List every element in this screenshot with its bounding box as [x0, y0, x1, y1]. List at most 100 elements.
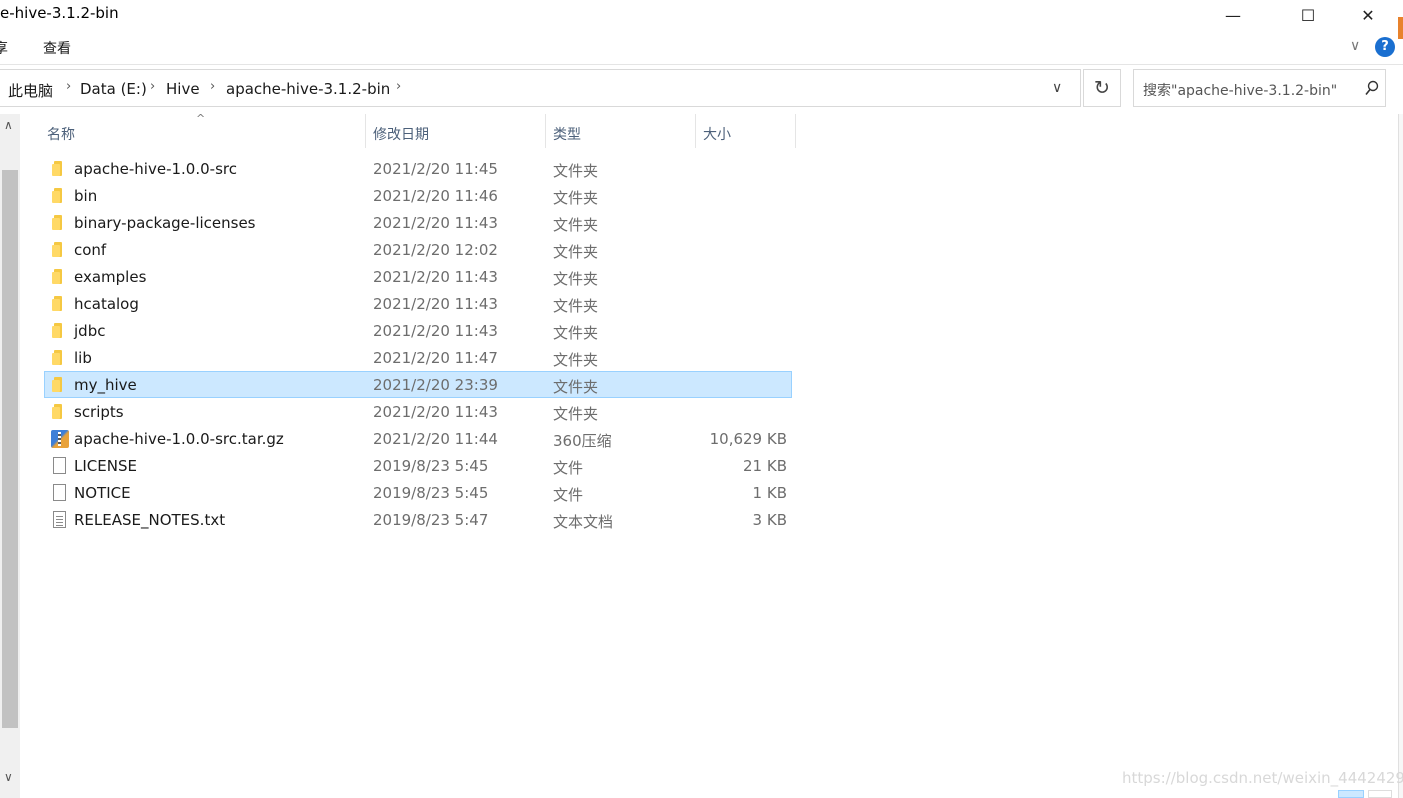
ribbon-collapse-icon[interactable]: ∨: [1350, 38, 1360, 54]
vertical-scrollbar[interactable]: ∧ ∨: [0, 114, 20, 798]
file-type: 文件: [553, 486, 584, 504]
file-name: RELEASE_NOTES.txt: [74, 511, 226, 529]
file-type: 文件夹: [553, 297, 599, 315]
file-type: 文本文档: [553, 513, 614, 531]
file-type: 文件夹: [553, 189, 599, 207]
file-row[interactable]: hcatalog 2021/2/20 11:43 文件夹: [44, 290, 792, 317]
address-history-dropdown-icon[interactable]: ∨: [1052, 80, 1062, 96]
column-divider[interactable]: [365, 114, 366, 148]
file-type: 文件夹: [553, 270, 599, 288]
file-row[interactable]: lib 2021/2/20 11:47 文件夹: [44, 344, 792, 371]
file-row[interactable]: my_hive 2021/2/20 23:39 文件夹: [44, 371, 792, 398]
file-row[interactable]: examples 2021/2/20 11:43 文件夹: [44, 263, 792, 290]
file-type: 文件夹: [553, 351, 599, 369]
file-row[interactable]: bin 2021/2/20 11:46 文件夹: [44, 182, 792, 209]
file-name: scripts: [74, 403, 124, 421]
file-row[interactable]: NOTICE 2019/8/23 5:45 文件 1 KB: [44, 479, 792, 506]
chevron-right-icon[interactable]: ›: [66, 79, 71, 94]
file-date: 2019/8/23 5:45: [373, 484, 489, 502]
file-date: 2021/2/20 11:43: [373, 403, 498, 421]
file-name: lib: [74, 349, 92, 367]
file-size: 10,629 KB: [709, 430, 787, 448]
file-name: jdbc: [74, 322, 106, 340]
file-name: binary-package-licenses: [74, 214, 256, 232]
divider: [0, 64, 1403, 65]
help-icon[interactable]: ?: [1375, 37, 1395, 57]
file-icon: [51, 484, 67, 501]
file-icon: [51, 457, 67, 474]
file-name: conf: [74, 241, 107, 259]
details-view-button[interactable]: [1338, 790, 1364, 798]
close-button[interactable]: ✕: [1345, 0, 1391, 30]
file-row[interactable]: scripts 2021/2/20 11:43 文件夹: [44, 398, 792, 425]
breadcrumb-data-drive[interactable]: Data (E:): [80, 80, 147, 98]
tab-share[interactable]: 享: [0, 38, 8, 58]
file-name: my_hive: [74, 376, 137, 394]
column-header-name[interactable]: 名称: [47, 120, 75, 148]
file-date: 2021/2/20 11:43: [373, 322, 498, 340]
breadcrumb-this-pc[interactable]: 此电脑: [8, 80, 53, 101]
file-row[interactable]: LICENSE 2019/8/23 5:45 文件 21 KB: [44, 452, 792, 479]
file-type: 文件夹: [553, 162, 599, 180]
file-row[interactable]: jdbc 2021/2/20 11:43 文件夹: [44, 317, 792, 344]
search-icon[interactable]: [1365, 80, 1379, 96]
large-icons-view-button[interactable]: [1368, 790, 1392, 798]
ribbon-tabs: 享 查看 ∨: [0, 32, 1403, 62]
column-header-date[interactable]: 修改日期: [373, 120, 429, 148]
folder-icon: [51, 376, 67, 392]
folder-icon: [51, 403, 67, 419]
file-name: hcatalog: [74, 295, 139, 313]
column-divider[interactable]: [545, 114, 546, 148]
file-size: 3 KB: [752, 511, 787, 529]
file-row[interactable]: RELEASE_NOTES.txt 2019/8/23 5:47 文本文档 3 KB: [44, 506, 792, 533]
folder-icon: [51, 160, 67, 176]
folder-icon: [51, 295, 67, 311]
file-date: 2021/2/20 11:44: [373, 430, 498, 448]
folder-icon: [51, 241, 67, 257]
file-row[interactable]: apache-hive-1.0.0-src 2021/2/20 11:45 文件夹: [44, 155, 792, 182]
tab-view[interactable]: 查看: [43, 38, 71, 58]
window-title: e-hive-3.1.2-bin: [0, 4, 119, 22]
file-name: bin: [74, 187, 98, 205]
refresh-button[interactable]: ↻: [1083, 69, 1121, 107]
search-input[interactable]: 搜索"apache-hive-3.1.2-bin": [1133, 69, 1386, 107]
watermark: https://blog.csdn.net/weixin_44424296: [1122, 769, 1403, 787]
folder-icon: [51, 187, 67, 203]
address-bar[interactable]: 此电脑 › Data (E:) › Hive › apache-hive-3.1…: [0, 69, 1081, 107]
breadcrumb-hive[interactable]: Hive: [166, 80, 200, 98]
file-row[interactable]: binary-package-licenses 2021/2/20 11:43 文件…: [44, 209, 792, 236]
file-row[interactable]: conf 2021/2/20 12:02 文件夹: [44, 236, 792, 263]
file-date: 2021/2/20 11:43: [373, 268, 498, 286]
file-size: 1 KB: [752, 484, 787, 502]
scroll-down-icon[interactable]: ∨: [4, 770, 13, 784]
breadcrumb-current-folder[interactable]: apache-hive-3.1.2-bin: [226, 80, 390, 98]
column-header-type[interactable]: 类型: [553, 120, 581, 148]
chevron-right-icon[interactable]: ›: [396, 79, 401, 94]
scroll-up-icon[interactable]: ∧: [4, 118, 13, 132]
file-list: apache-hive-1.0.0-src 2021/2/20 11:45 文件夹 b…: [44, 155, 792, 533]
column-header-size[interactable]: 大小: [703, 120, 731, 148]
archive-icon: [51, 430, 69, 448]
chevron-right-icon[interactable]: ›: [150, 79, 155, 94]
sort-ascending-icon: ^: [196, 112, 206, 125]
minimize-button[interactable]: —: [1210, 0, 1256, 30]
column-divider[interactable]: [695, 114, 696, 148]
column-divider[interactable]: [795, 114, 796, 148]
file-name: apache-hive-1.0.0-src.tar.gz: [74, 430, 284, 448]
search-placeholder: 搜索"apache-hive-3.1.2-bin": [1143, 83, 1338, 99]
maximize-button[interactable]: ☐: [1285, 0, 1331, 30]
file-row[interactable]: apache-hive-1.0.0-src.tar.gz 2021/2/20 11…: [44, 425, 792, 452]
file-date: 2019/8/23 5:45: [373, 457, 489, 475]
title-bar: e-hive-3.1.2-bin — ☐ ✕: [0, 0, 1403, 30]
file-name: NOTICE: [74, 484, 131, 502]
file-date: 2021/2/20 23:39: [373, 376, 498, 394]
file-type: 文件: [553, 459, 584, 477]
folder-icon: [51, 214, 67, 230]
adjacent-window-edge: [1398, 114, 1403, 798]
file-date: 2021/2/20 11:47: [373, 349, 498, 367]
file-date: 2021/2/20 12:02: [373, 241, 498, 259]
chevron-right-icon[interactable]: ›: [210, 79, 215, 94]
file-type: 文件夹: [553, 324, 599, 342]
scrollbar-thumb[interactable]: [2, 170, 18, 728]
folder-icon: [51, 349, 67, 365]
